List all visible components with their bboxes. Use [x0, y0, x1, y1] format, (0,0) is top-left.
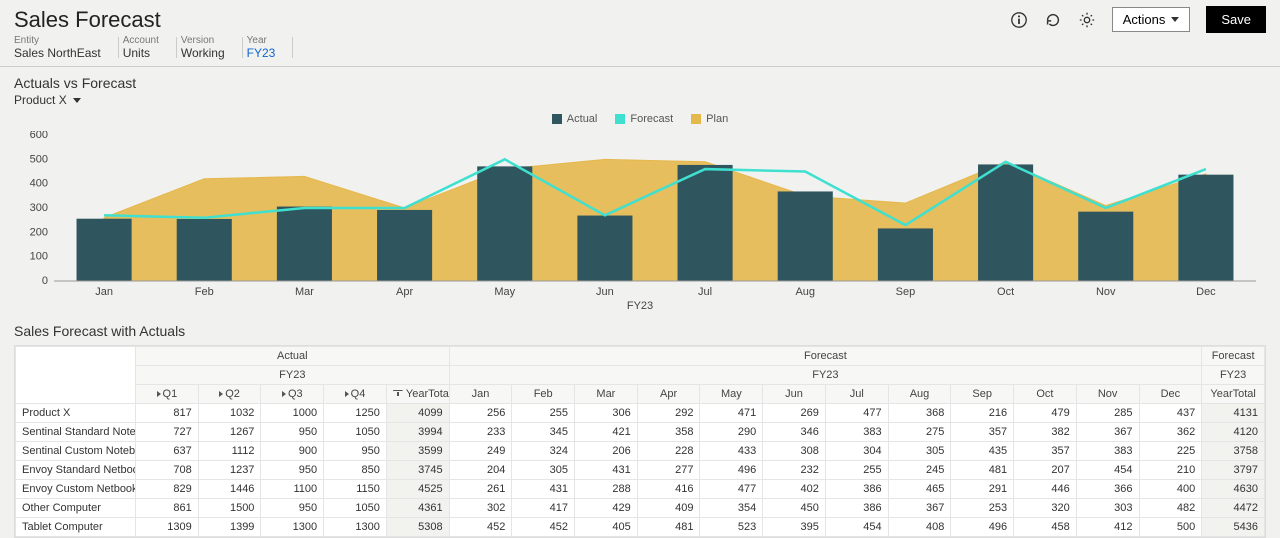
- svg-text:Jun: Jun: [596, 286, 614, 298]
- svg-text:Feb: Feb: [195, 286, 214, 298]
- table-row[interactable]: Product X8171032100012504099256255306292…: [16, 404, 1265, 423]
- actions-button[interactable]: Actions: [1112, 7, 1191, 32]
- data-grid[interactable]: ActualForecastForecastFY23FY23FY23Q1Q2Q3…: [14, 345, 1266, 538]
- table-row[interactable]: Sentinal Custom Notebook6371112900950359…: [16, 442, 1265, 461]
- svg-text:FY23: FY23: [627, 300, 653, 311]
- svg-text:Sep: Sep: [896, 286, 916, 298]
- chart: 0 100 200 300 400 500 600 Jan Feb Mar Apr May Jun Jul…: [14, 131, 1266, 311]
- table-row[interactable]: Envoy Custom Netbook82914461100115045252…: [16, 480, 1265, 499]
- pov-entity[interactable]: Entity Sales NorthEast: [14, 35, 115, 60]
- pov-year[interactable]: Year FY23: [247, 35, 290, 60]
- chart-title: Actuals vs Forecast: [0, 67, 1280, 93]
- svg-text:0: 0: [42, 275, 48, 287]
- svg-text:300: 300: [30, 202, 48, 214]
- chart-legend: Actual Forecast Plan: [14, 111, 1266, 131]
- svg-text:May: May: [494, 286, 515, 298]
- svg-text:500: 500: [30, 153, 48, 165]
- svg-text:Apr: Apr: [396, 286, 413, 298]
- table-row[interactable]: Envoy Standard Netbook708123795085037452…: [16, 461, 1265, 480]
- grid-title: Sales Forecast with Actuals: [0, 311, 1280, 345]
- svg-text:200: 200: [30, 226, 48, 238]
- product-selector[interactable]: Product X: [0, 93, 1280, 111]
- svg-text:400: 400: [30, 178, 48, 190]
- table-row[interactable]: Other Computer86115009501050436130241742…: [16, 499, 1265, 518]
- pov-account[interactable]: Account Units: [123, 35, 173, 60]
- save-button[interactable]: Save: [1206, 6, 1266, 33]
- svg-text:100: 100: [30, 251, 48, 263]
- chevron-down-icon: [73, 98, 81, 103]
- pov-version[interactable]: Version Working: [181, 35, 239, 60]
- svg-text:Aug: Aug: [795, 286, 815, 298]
- svg-text:Nov: Nov: [1096, 286, 1116, 298]
- svg-text:600: 600: [30, 131, 48, 141]
- chevron-down-icon: [1171, 17, 1179, 22]
- svg-text:Dec: Dec: [1196, 286, 1216, 298]
- svg-text:Oct: Oct: [997, 286, 1014, 298]
- pov-bar: Entity Sales NorthEast Account Units Ver…: [0, 33, 1280, 67]
- svg-text:Jul: Jul: [698, 286, 712, 298]
- svg-text:Jan: Jan: [95, 286, 113, 298]
- gear-icon[interactable]: [1078, 11, 1096, 29]
- page-title: Sales Forecast: [14, 7, 161, 33]
- table-row[interactable]: Sentinal Standard Notebook72712679501050…: [16, 423, 1265, 442]
- info-icon[interactable]: [1010, 11, 1028, 29]
- refresh-icon[interactable]: [1044, 11, 1062, 29]
- table-row[interactable]: Tablet Computer1309139913001300530845245…: [16, 518, 1265, 537]
- svg-text:Mar: Mar: [295, 286, 314, 298]
